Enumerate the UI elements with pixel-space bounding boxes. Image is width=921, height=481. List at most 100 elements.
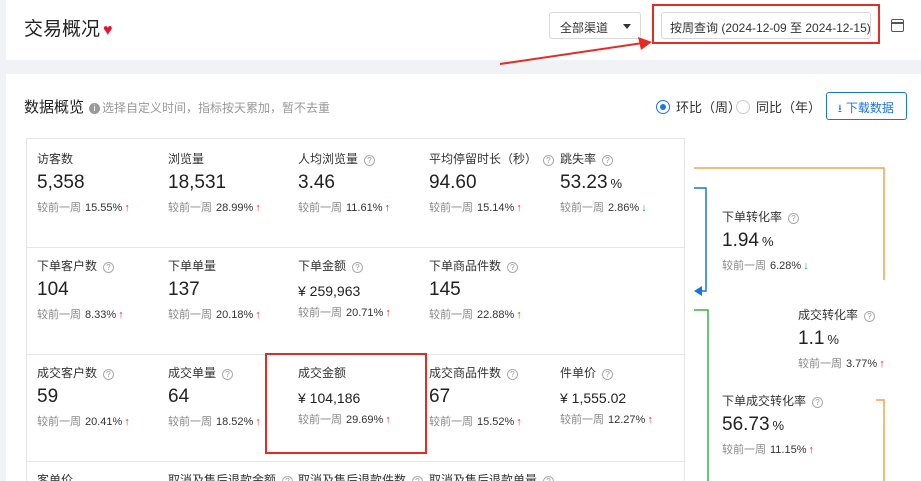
- metric-compare: 较前一周 8.33% ↑: [37, 306, 167, 322]
- metric-card: 客单价: [37, 471, 167, 481]
- metric-compare: 较前一周 22.88% ↑: [429, 306, 559, 322]
- compare-value: 22.88%: [477, 309, 515, 321]
- arrow-up-icon: ↑: [255, 202, 261, 214]
- metric-label-text: 访客数: [37, 152, 74, 166]
- metric-label-text: 下单商品件数: [429, 259, 502, 273]
- metric-label: 下单单量: [168, 257, 298, 274]
- arrow-up-icon: ↑: [516, 416, 522, 428]
- metric-value: 137: [168, 279, 298, 301]
- connector-green: [694, 309, 709, 481]
- compare-value: 8.33%: [85, 309, 117, 321]
- metric-value-text: 67: [429, 386, 451, 407]
- arrow-up-icon: ↑: [124, 416, 130, 428]
- metric-label: 件单价?: [560, 364, 690, 381]
- metric-value: 59: [37, 386, 167, 408]
- metric-card: 访客数 5,358 较前一周 15.55% ↑: [37, 150, 167, 215]
- download-label: 下载数据: [845, 101, 894, 115]
- arrow-up-icon: ↑: [255, 416, 261, 428]
- compare-label: 较前一周: [429, 309, 473, 321]
- arrow-up-icon: ↑: [516, 309, 522, 321]
- download-button[interactable]: ⭳ 下载数据: [826, 92, 907, 120]
- metric-compare: 较前一周 20.41% ↑: [37, 413, 167, 429]
- metric-value: ¥ 1,555.02: [560, 390, 690, 406]
- help-icon[interactable]: ?: [507, 369, 519, 380]
- arrow-up-icon: ↑: [124, 202, 130, 214]
- metric-label: 下单商品件数?: [429, 257, 559, 274]
- help-icon[interactable]: ?: [543, 476, 555, 481]
- help-icon[interactable]: ?: [602, 369, 614, 380]
- radio-mom[interactable]: 环比（周）: [656, 97, 741, 116]
- metric-card: 浏览量 18,531 较前一周 28.99% ↑: [168, 150, 298, 215]
- metric-unit: %: [610, 176, 623, 191]
- metric-value: 67: [429, 386, 559, 408]
- help-icon[interactable]: ?: [543, 155, 555, 166]
- compare-label: 较前一周: [168, 202, 212, 214]
- metric-label: 跳失率?: [560, 150, 690, 167]
- radio-unselected-icon: [736, 100, 750, 114]
- metric-card: 平均停留时长（秒）? 94.60 较前一周 15.14% ↑: [429, 150, 559, 215]
- compare-value: 20.18%: [216, 309, 254, 321]
- metric-label-text: 平均停留时长（秒）: [429, 152, 538, 166]
- help-icon[interactable]: ?: [364, 155, 376, 166]
- help-icon[interactable]: ?: [412, 476, 424, 481]
- arrow-down-icon: ↓: [641, 202, 647, 214]
- arrow-up-icon: ↑: [118, 309, 124, 321]
- metric-label-text: 人均浏览量: [298, 152, 359, 166]
- arrow-up-icon: ↑: [516, 202, 522, 214]
- help-icon[interactable]: ?: [602, 155, 614, 166]
- metric-label-text: 成交单量: [168, 366, 217, 380]
- radio-mom-label: 环比（周）: [676, 100, 742, 115]
- metric-label-text: 成交商品件数: [429, 366, 502, 380]
- metric-card: 下单单量 137 较前一周 20.18% ↑: [168, 257, 298, 322]
- info-icon: i: [89, 103, 101, 114]
- metric-value-text: 3.46: [298, 172, 335, 193]
- metric-label-text: 取消及售后退款单量: [429, 473, 538, 481]
- compare-label: 较前一周: [429, 416, 473, 428]
- connector-blue: [694, 187, 707, 292]
- metric-card: 成交客户数? 59 较前一周 20.41% ↑: [37, 364, 167, 429]
- metric-value: 145: [429, 279, 559, 301]
- compare-label: 较前一周: [298, 202, 342, 214]
- metric-value-text: 18,531: [168, 172, 227, 193]
- compare-label: 较前一周: [37, 309, 81, 321]
- help-icon[interactable]: ?: [352, 262, 364, 273]
- data-overview-panel: 数据概览 i 选择自定义时间，指标按天累加，暂不去重 环比（周） 同比（年） ⭳ 下载…: [6, 74, 921, 481]
- radio-yoy[interactable]: 同比（年）: [736, 97, 821, 116]
- section-title: 数据概览 i 选择自定义时间，指标按天累加，暂不去重: [24, 96, 330, 117]
- arrow-up-icon: ↑: [647, 414, 653, 426]
- arrow-up-icon: ↑: [384, 202, 391, 214]
- metric-value: 18,531: [168, 172, 298, 194]
- metric-label: 取消及售后退款金额?: [168, 471, 298, 481]
- metric-card: 人均浏览量? 3.46 较前一周 11.61% ↑: [298, 150, 428, 215]
- help-icon[interactable]: ?: [282, 476, 294, 481]
- metric-value-text: 5,358: [37, 172, 85, 193]
- metric-label: 下单客户数?: [37, 257, 167, 274]
- help-icon[interactable]: ?: [507, 262, 519, 273]
- metric-card: 取消及售后退款单量?: [429, 471, 559, 481]
- metric-label: 平均停留时长（秒）?: [429, 150, 559, 167]
- metric-compare: 较前一周 12.27% ↑: [560, 411, 690, 427]
- metric-label-text: 下单金额: [298, 259, 347, 273]
- annotation-box-gmv: [265, 353, 427, 454]
- metric-compare: 较前一周 2.86% ↓: [560, 199, 690, 215]
- metric-value-text: ¥ 259,963: [298, 283, 361, 299]
- connector-orange-lower: [876, 399, 885, 481]
- help-icon[interactable]: ?: [103, 262, 115, 273]
- metric-label-text: 取消及售后退款件数: [298, 473, 407, 481]
- compare-label: 较前一周: [560, 414, 604, 426]
- metric-value: 94.60: [429, 172, 559, 194]
- metric-compare: 较前一周 15.14% ↑: [429, 199, 559, 215]
- help-icon[interactable]: ?: [103, 369, 115, 380]
- metric-value-text: 145: [429, 279, 461, 300]
- section-hint: 选择自定义时间，指标按天累加，暂不去重: [102, 101, 331, 115]
- help-icon[interactable]: ?: [222, 369, 234, 380]
- metric-label-text: 下单客户数: [37, 259, 98, 273]
- metric-card: 跳失率? 53.23% 较前一周 2.86% ↓: [560, 150, 690, 215]
- metric-label: 访客数: [37, 150, 167, 167]
- compare-value: 20.41%: [85, 416, 123, 428]
- metric-label-text: 下单单量: [168, 259, 217, 273]
- metric-compare: 较前一周 20.18% ↑: [168, 306, 298, 322]
- metric-value-text: 137: [168, 279, 200, 300]
- metric-card: 件单价? ¥ 1,555.02 较前一周 12.27% ↑: [560, 364, 690, 427]
- metric-label-text: 取消及售后退款金额: [168, 473, 277, 481]
